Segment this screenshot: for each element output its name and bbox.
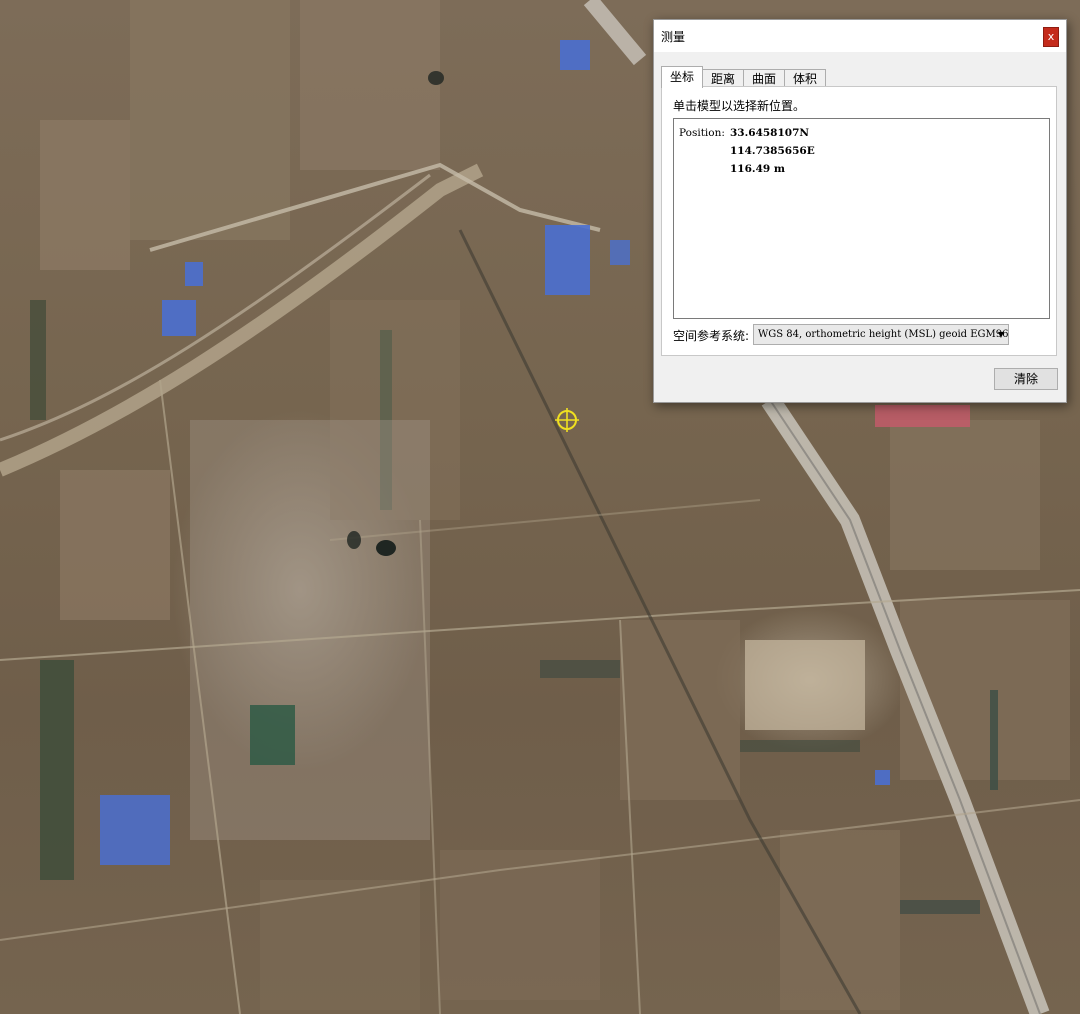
position-result-box[interactable]: Position: 33.6458107N 114.7385656E 116.4… bbox=[673, 118, 1050, 319]
instruction-text: 单击模型以选择新位置。 bbox=[673, 99, 806, 113]
srs-dropdown[interactable]: WGS 84, orthometric height (MSL) geoid E… bbox=[753, 324, 1009, 345]
coordinates-panel: 单击模型以选择新位置。 Position: 33.6458107N 114.73… bbox=[661, 86, 1057, 356]
close-icon: x bbox=[1047, 30, 1055, 43]
crosshair-target-icon bbox=[555, 408, 579, 432]
tab-bar: 坐标 距离 曲面 体积 bbox=[661, 66, 827, 88]
dialog-title: 测量 bbox=[661, 30, 686, 44]
longitude-value: 114.7385656E bbox=[730, 145, 815, 157]
srs-label: 空间参考系统: bbox=[673, 329, 750, 343]
tab-coordinates[interactable]: 坐标 bbox=[661, 66, 704, 88]
dropdown-arrow-icon: ▼ bbox=[997, 330, 1004, 339]
srs-selected-value: WGS 84, orthometric height (MSL) geoid E… bbox=[758, 329, 1009, 340]
position-label: Position: bbox=[679, 127, 725, 139]
altitude-value: 116.49 m bbox=[730, 163, 785, 175]
clear-button[interactable]: 清除 bbox=[994, 368, 1058, 390]
latitude-value: 33.6458107N bbox=[730, 127, 810, 139]
measure-dialog: 测量 x 坐标 距离 曲面 体积 单击模型以选择新位置。 Position: 3… bbox=[653, 19, 1067, 403]
close-button[interactable]: x bbox=[1043, 27, 1059, 47]
dialog-titlebar[interactable]: 测量 x bbox=[654, 20, 1066, 52]
